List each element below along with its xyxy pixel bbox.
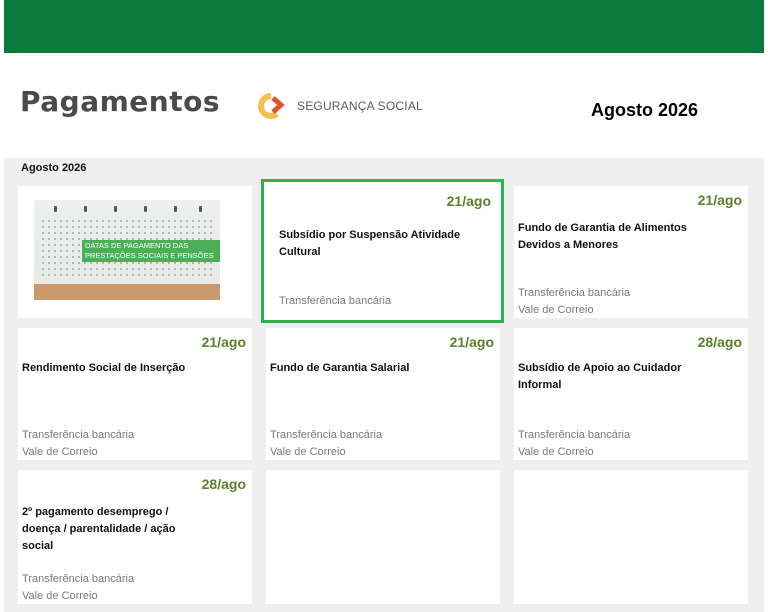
payment-method: Vale de Correio [22, 590, 98, 602]
payment-card[interactable]: 28/ago Subsídio de Apoio ao Cuidador Inf… [514, 328, 748, 460]
payment-method: Transferência bancária [270, 429, 383, 441]
payment-date: 21/ago [446, 193, 491, 209]
banner-line-2: PRESTAÇÕES SOCIAIS E PENSÕES [85, 251, 214, 260]
payment-title: 2º pagamento desemprego / doença / paren… [22, 506, 176, 552]
payment-date: 28/ago [201, 476, 246, 492]
payment-card[interactable]: 21/ago Fundo de Garantia de Alimentos De… [514, 186, 748, 318]
payment-method: Transferência bancária [518, 287, 631, 299]
payment-methods: Transferência bancária [279, 293, 391, 310]
payment-card[interactable]: 21/ago Subsídio por Suspensão Atividade … [261, 179, 504, 323]
payment-card[interactable]: 21/ago Fundo de Garantia Salarial Transf… [266, 328, 500, 460]
payment-method: Vale de Correio [22, 446, 98, 458]
payment-method: Vale de Correio [518, 446, 594, 458]
payment-method: Transferência bancária [22, 573, 135, 585]
payment-title: Rendimento Social de Inserção [22, 362, 186, 374]
image-banner: DATAS DE PAGAMENTO DAS PRESTAÇÕES SOCIAI… [82, 240, 220, 262]
calendar-image: DATAS DE PAGAMENTO DAS PRESTAÇÕES SOCIAI… [34, 200, 220, 300]
payment-methods: Transferência bancária Vale de Correio [22, 427, 134, 461]
payment-date: 21/ago [697, 192, 742, 208]
payment-title: Subsídio por Suspensão Atividade Cultura… [279, 229, 461, 258]
page-title: Pagamentos [20, 85, 220, 118]
payment-title: Subsídio de Apoio ao Cuidador Informal [518, 362, 682, 391]
logo-icon [258, 93, 285, 119]
logo-text: SEGURANÇA SOCIAL [297, 99, 423, 113]
payment-card[interactable]: 28/ago 2º pagamento desemprego / doença … [18, 470, 252, 604]
banner-line-1: DATAS DE PAGAMENTO DAS [85, 241, 189, 250]
panel-title: Agosto 2026 [21, 162, 87, 174]
payment-date: 21/ago [201, 334, 246, 350]
payment-methods: Transferência bancária Vale de Correio [270, 427, 382, 461]
payment-method: Vale de Correio [270, 446, 346, 458]
payment-card[interactable]: 21/ago Rendimento Social de Inserção Tra… [18, 328, 252, 460]
image-card: DATAS DE PAGAMENTO DAS PRESTAÇÕES SOCIAI… [18, 186, 252, 318]
empty-card [266, 470, 500, 604]
seguranca-social-logo: SEGURANÇA SOCIAL [255, 90, 423, 122]
payment-date: 28/ago [697, 334, 742, 350]
payment-method: Transferência bancária [22, 429, 135, 441]
payment-title: Fundo de Garantia Salarial [270, 362, 410, 374]
month-title: Agosto 2026 [591, 100, 699, 120]
payment-title: Fundo de Garantia de Alimentos Devidos a… [518, 222, 687, 251]
payment-methods: Transferência bancária Vale de Correio [22, 571, 134, 605]
payment-method: Transferência bancária [279, 295, 392, 307]
payment-methods: Transferência bancária Vale de Correio [518, 427, 630, 461]
payment-date: 21/ago [449, 334, 494, 350]
payment-method: Vale de Correio [518, 304, 594, 316]
empty-card [514, 470, 748, 604]
payment-methods: Transferência bancária Vale de Correio [518, 285, 630, 319]
payment-method: Transferência bancária [518, 429, 631, 441]
top-banner [4, 0, 764, 53]
